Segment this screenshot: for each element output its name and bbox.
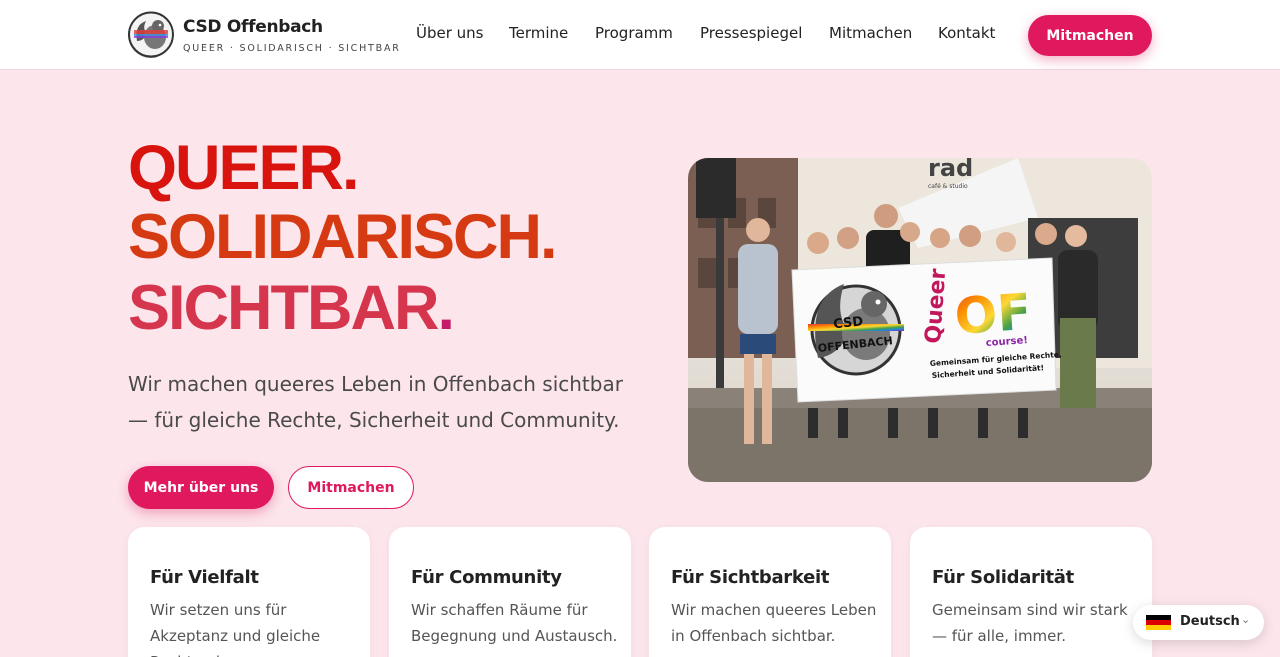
nav-link-kontakt[interactable]: Kontakt — [938, 24, 995, 42]
value-card-text: Gemeinsam sind wir stark — für alle, imm… — [932, 601, 1128, 645]
banner-queer-text: Queer — [921, 268, 951, 345]
chevron-down-icon: ⌄ — [1241, 613, 1251, 626]
value-card-solidaritaet: Für Solidarität Gemeinsam sind wir stark… — [910, 527, 1152, 657]
banner-csd-text: CSD — [833, 314, 865, 332]
nav-link-ueber-uns[interactable]: Über uns — [416, 24, 484, 42]
shop-sign: rad — [928, 158, 973, 182]
hero-group-photo: rad café & studio CSD OFFENBACH Queer OF… — [688, 158, 1152, 482]
value-card-title: Für Vielfalt — [150, 567, 259, 588]
language-switcher[interactable]: Deutsch ⌄ — [1133, 605, 1264, 640]
squirrel-logo-icon[interactable] — [128, 11, 174, 58]
hero-intro-text: Wir machen queeres Leben in Offenbach si… — [128, 372, 623, 432]
value-card-title: Für Solidarität — [932, 567, 1074, 588]
hero-headline-sichtbar: SICHTBAR. — [128, 277, 455, 340]
german-flag-icon — [1146, 615, 1171, 630]
shop-sign-sub: café & studio — [928, 183, 968, 190]
language-label: Deutsch — [1180, 614, 1240, 629]
hero-headline-solidarisch: SOLIDARISCH. — [128, 202, 558, 272]
value-card-vielfalt: Für Vielfalt Wir setzen uns für Akzeptan… — [128, 527, 370, 657]
nav-link-termine[interactable]: Termine — [509, 24, 568, 42]
brand-tagline: QUEER · SOLIDARISCH · SICHTBAR — [183, 43, 401, 54]
brand-name[interactable]: CSD Offenbach — [183, 17, 323, 37]
hero-mitmachen-button[interactable]: Mitmachen — [288, 466, 414, 509]
value-card-text: Wir setzen uns für Akzeptanz und gleiche… — [150, 601, 321, 657]
value-card-community: Für Community Wir schaffen Räume für Beg… — [389, 527, 631, 657]
header-mitmachen-button[interactable]: Mitmachen — [1028, 15, 1152, 56]
hero-headline-queer: QUEER. — [128, 133, 360, 203]
value-card-title: Für Community — [411, 567, 562, 588]
value-card-text: Wir schaffen Räume für Begegnung und Aus… — [411, 601, 618, 645]
nav-link-pressespiegel[interactable]: Pressespiegel — [700, 24, 802, 42]
hero-headline-sichtbar-word: SICHTBAR — [128, 273, 439, 343]
mehr-ueber-uns-button[interactable]: Mehr über uns — [128, 466, 274, 509]
site-header: CSD Offenbach QUEER · SOLIDARISCH · SICH… — [0, 0, 1280, 70]
nav-link-programm[interactable]: Programm — [595, 24, 673, 42]
value-card-text: Wir machen queeres Leben in Offenbach si… — [671, 601, 877, 645]
nav-link-mitmachen[interactable]: Mitmachen — [829, 24, 912, 42]
value-card-sichtbarkeit: Für Sichtbarkeit Wir machen queeres Lebe… — [649, 527, 891, 657]
flag-stripe-gold — [1146, 625, 1171, 630]
value-card-title: Für Sichtbarkeit — [671, 567, 830, 588]
hero-headline-sichtbar-dot: . — [437, 273, 455, 343]
